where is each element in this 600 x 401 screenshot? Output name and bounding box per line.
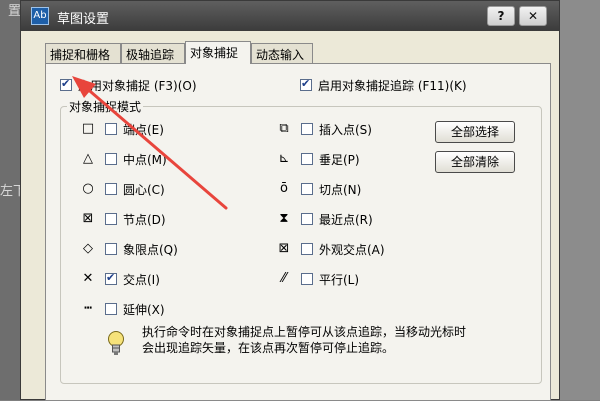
select-all-button[interactable]: 全部选择 <box>435 121 515 143</box>
enable-object-snap-label[interactable]: 启用对象捕捉 (F3)(O) <box>78 77 197 94</box>
lightbulb-icon <box>108 331 124 355</box>
help-button[interactable]: ? <box>487 6 515 26</box>
insertion-label[interactable]: 插入点(S) <box>319 121 372 138</box>
nearest-label[interactable]: 最近点(R) <box>319 211 373 228</box>
tracking-hint-note: 执行命令时在对象捕捉点上暂停可从该点追踪，当移动光标时 会出现追踪矢量，在该点再… <box>142 324 542 356</box>
enable-snap-tracking-label[interactable]: 启用对象捕捉追踪 (F11)(K) <box>318 77 467 94</box>
endpoint-marker-icon: □ <box>81 121 95 136</box>
perpendicular-label[interactable]: 垂足(P) <box>319 151 360 168</box>
intersection-checkbox[interactable] <box>105 271 117 285</box>
quadrant-label[interactable]: 象限点(Q) <box>123 241 178 258</box>
tracking-hint-line-2: 会出现追踪矢量，在该点再次暂停可停止追踪。 <box>142 341 395 355</box>
extension-label[interactable]: 延伸(X) <box>123 301 165 318</box>
apparent-intersection-label[interactable]: 外观交点(A) <box>319 241 385 258</box>
parallel-checkbox[interactable] <box>301 273 313 285</box>
enable-snap-tracking-checkbox[interactable] <box>300 77 312 91</box>
center-label[interactable]: 圆心(C) <box>123 181 165 198</box>
center-checkbox[interactable] <box>105 183 117 195</box>
center-marker-icon: ○ <box>82 181 94 196</box>
insertion-checkbox[interactable] <box>301 123 313 135</box>
perpendicular-marker-icon: ⊾ <box>278 151 290 166</box>
quadrant-marker-icon: ◇ <box>83 241 93 256</box>
nearest-checkbox[interactable] <box>301 213 313 225</box>
tangent-label[interactable]: 切点(N) <box>319 181 361 198</box>
tangent-marker-icon: ō <box>280 181 288 196</box>
intersection-marker-icon: ✕ <box>82 271 94 286</box>
quadrant-checkbox[interactable] <box>105 243 117 255</box>
node-label[interactable]: 节点(D) <box>123 211 166 228</box>
midpoint-label[interactable]: 中点(M) <box>123 151 167 168</box>
node-marker-icon: ⊠ <box>82 211 94 226</box>
extension-marker-icon: ┅ <box>84 301 92 316</box>
midpoint-checkbox[interactable] <box>105 153 117 165</box>
intersection-label[interactable]: 交点(I) <box>123 271 160 288</box>
apparent-intersection-marker-icon: ⊠ <box>278 241 290 256</box>
nearest-marker-icon: ⧗ <box>279 211 289 226</box>
perpendicular-checkbox[interactable] <box>301 153 313 165</box>
tangent-checkbox[interactable] <box>301 183 313 195</box>
node-checkbox[interactable] <box>105 213 117 225</box>
app-icon: Ab <box>31 7 49 25</box>
title-bar[interactable]: Ab 草图设置 ? ✕ <box>21 1 559 31</box>
object-snap-panel: 启用对象捕捉 (F3)(O) 启用对象捕捉追踪 (F11)(K) 对象捕捉模式 … <box>45 63 551 401</box>
parallel-label[interactable]: 平行(L) <box>319 271 359 288</box>
tab-object-snap[interactable]: 对象捕捉 <box>185 41 251 64</box>
apparent-intersection-checkbox[interactable] <box>301 243 313 255</box>
endpoint-label[interactable]: 端点(E) <box>123 121 164 138</box>
group-title: 对象捕捉模式 <box>67 98 144 115</box>
parallel-marker-icon: ⁄⁄ <box>281 271 287 286</box>
window-title: 草图设置 <box>57 12 110 27</box>
drafting-settings-dialog: Ab 草图设置 ? ✕ 捕捉和栅格 极轴追踪 对象捕捉 动态输入 启用对象捕捉 … <box>20 0 560 401</box>
tracking-hint-line-1: 执行命令时在对象捕捉点上暂停可从该点追踪，当移动光标时 <box>142 325 467 339</box>
endpoint-checkbox[interactable] <box>105 123 117 135</box>
background-scrollbar <box>560 0 600 400</box>
enable-object-snap-checkbox[interactable] <box>60 77 72 91</box>
tab-polar-tracking[interactable]: 极轴追踪 <box>121 43 185 63</box>
close-button[interactable]: ✕ <box>519 6 547 26</box>
midpoint-marker-icon: △ <box>83 151 93 166</box>
extension-checkbox[interactable] <box>105 303 117 315</box>
clear-all-button[interactable]: 全部清除 <box>435 151 515 173</box>
tab-snap-grid[interactable]: 捕捉和栅格 <box>45 43 121 63</box>
insertion-marker-icon: ⧉ <box>279 121 289 136</box>
tab-dynamic-input[interactable]: 动态输入 <box>251 43 313 63</box>
